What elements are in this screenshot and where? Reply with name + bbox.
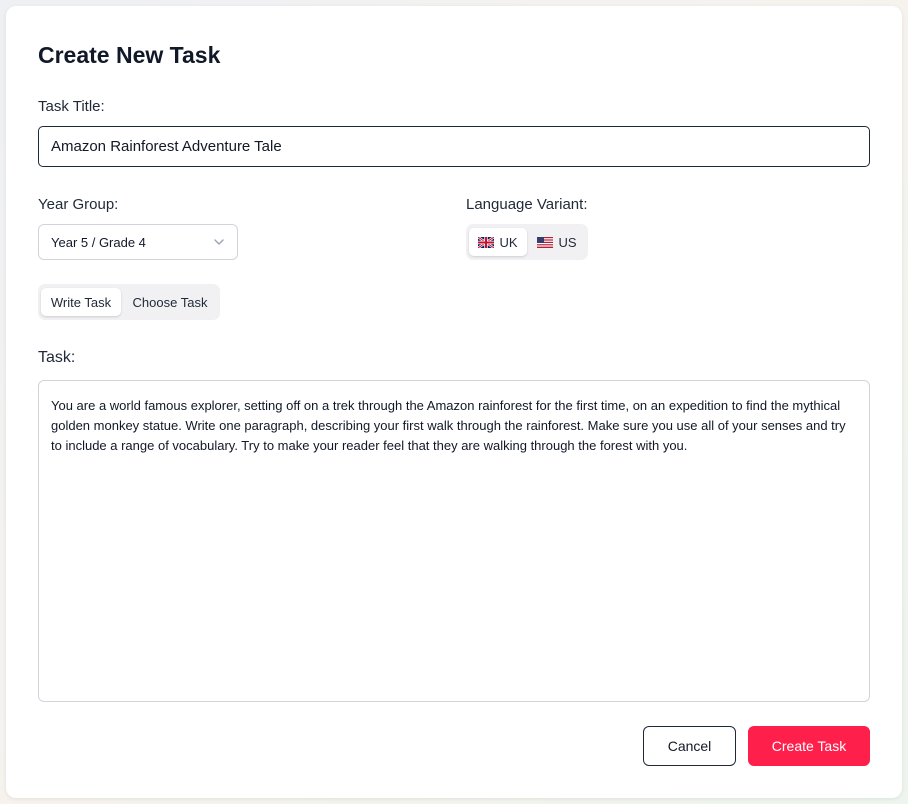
year-group-select[interactable]: Year 5 / Grade 4 xyxy=(38,224,238,260)
tab-write-task[interactable]: Write Task xyxy=(41,288,121,316)
year-group-value: Year 5 / Grade 4 xyxy=(51,234,146,250)
language-option-label: UK xyxy=(499,234,518,250)
task-title-label: Task Title: xyxy=(38,98,105,115)
cancel-button[interactable]: Cancel xyxy=(643,726,736,766)
year-group-label: Year Group: xyxy=(38,196,119,213)
uk-flag-icon xyxy=(478,236,495,248)
us-flag-icon xyxy=(537,236,554,248)
language-option-uk[interactable]: UK xyxy=(469,228,527,256)
language-option-label: US xyxy=(558,234,577,250)
language-variant-label: Language Variant: xyxy=(466,196,588,213)
language-variant-toggle: UK US xyxy=(466,224,588,260)
dialog-title: Create New Task xyxy=(38,42,221,68)
task-textarea[interactable]: You are a world famous explorer, setting… xyxy=(38,380,870,702)
task-title-input[interactable] xyxy=(38,126,870,167)
tab-choose-task[interactable]: Choose Task xyxy=(123,288,217,316)
create-task-button[interactable]: Create Task xyxy=(748,726,870,766)
task-label: Task: xyxy=(38,349,76,366)
language-option-us[interactable]: US xyxy=(529,228,585,256)
chevron-down-icon xyxy=(214,239,224,245)
create-task-dialog: Create New Task Task Title: Year Group: … xyxy=(6,6,902,798)
task-mode-tabs: Write Task Choose Task xyxy=(38,284,220,320)
